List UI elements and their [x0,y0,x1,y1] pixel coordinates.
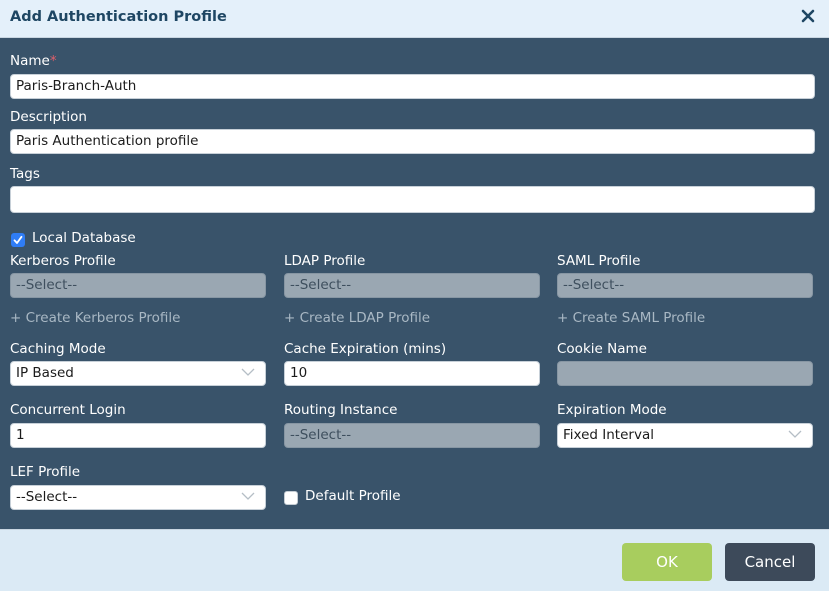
required-mark: * [49,53,57,69]
lef-profile-label: LEF Profile [10,464,81,480]
cancel-button[interactable]: Cancel [725,543,815,581]
cookie-name-input[interactable] [557,361,813,386]
saml-profile-select[interactable]: --Select-- [557,273,813,298]
ldap-profile-select[interactable]: --Select-- [284,273,540,298]
create-saml-profile-link[interactable]: + Create SAML Profile [557,310,705,326]
dialog-header: Add Authentication Profile [0,0,829,38]
create-kerberos-profile-link[interactable]: + Create Kerberos Profile [10,310,180,326]
default-profile-label: Default Profile [305,488,401,504]
cookie-name-label: Cookie Name [557,341,647,357]
lef-profile-select[interactable]: --Select-- [10,485,266,510]
expiration-mode-label: Expiration Mode [557,402,667,418]
ok-button[interactable]: OK [622,543,712,581]
lef-profile-value: --Select-- [16,489,78,505]
chevron-down-icon [241,492,255,500]
description-input[interactable]: Paris Authentication profile [10,129,815,154]
close-icon[interactable] [800,8,816,24]
routing-instance-label: Routing Instance [284,402,398,418]
checkmark-icon [13,235,23,244]
default-profile-checkbox[interactable] [284,491,298,505]
tags-label: Tags [10,166,40,182]
concurrent-login-label: Concurrent Login [10,402,126,418]
caching-mode-select[interactable]: IP Based [10,361,266,386]
chevron-down-icon [788,430,802,438]
dialog-footer: OK Cancel [0,529,829,591]
routing-instance-select[interactable]: --Select-- [284,423,540,448]
concurrent-login-input[interactable]: 1 [10,423,266,448]
name-input[interactable]: Paris-Branch-Auth [10,74,815,99]
expiration-mode-select[interactable]: Fixed Interval [557,423,813,448]
description-label: Description [10,109,87,125]
cache-expiration-input[interactable]: 10 [284,361,540,386]
chevron-down-icon [241,368,255,376]
name-label: Name* [10,53,57,69]
caching-mode-label: Caching Mode [10,341,106,357]
tags-input[interactable] [10,186,815,213]
cache-expiration-label: Cache Expiration (mins) [284,341,447,357]
saml-profile-label: SAML Profile [557,253,641,269]
caching-mode-value: IP Based [16,365,74,381]
expiration-mode-value: Fixed Interval [563,427,654,443]
create-ldap-profile-link[interactable]: + Create LDAP Profile [284,310,430,326]
dialog-title: Add Authentication Profile [10,9,227,25]
local-database-label: Local Database [32,230,136,246]
kerberos-profile-select[interactable]: --Select-- [10,273,266,298]
kerberos-profile-label: Kerberos Profile [10,253,116,269]
ldap-profile-label: LDAP Profile [284,253,366,269]
local-database-checkbox[interactable] [11,233,25,247]
